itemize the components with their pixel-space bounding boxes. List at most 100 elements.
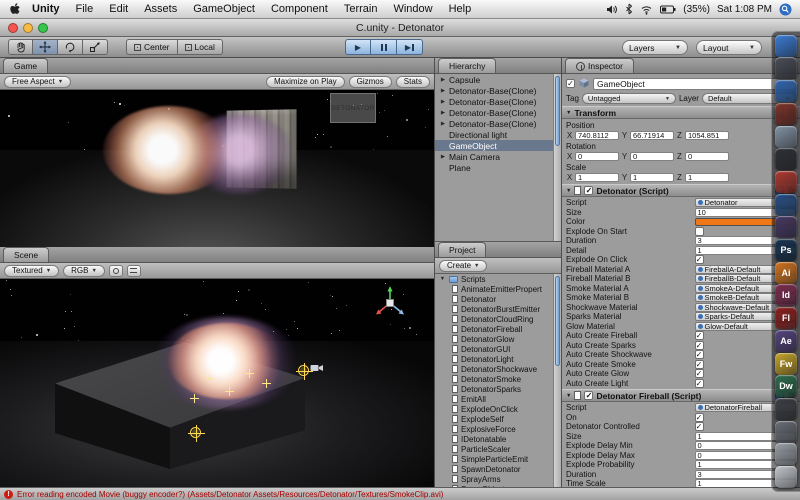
project-item[interactable]: DetonatorSmoke bbox=[435, 374, 553, 384]
project-item[interactable]: ExplosiveForce bbox=[435, 424, 553, 434]
tab-hierarchy[interactable]: Hierarchy bbox=[438, 58, 496, 73]
move-gizmo[interactable] bbox=[372, 285, 408, 323]
scrollbar-thumb[interactable] bbox=[555, 276, 560, 366]
project-item[interactable]: DetonatorLight bbox=[435, 354, 553, 364]
property-checkbox[interactable] bbox=[695, 227, 704, 236]
status-bar[interactable]: ! Error reading encoded Movie (buggy enc… bbox=[0, 487, 800, 500]
axis-field[interactable]: 740.8112 bbox=[575, 131, 619, 140]
window-title-bar[interactable]: C.unity - Detonator bbox=[0, 19, 800, 37]
center-pivot-button[interactable]: Center bbox=[126, 39, 178, 55]
axis-field[interactable]: 1 bbox=[630, 173, 674, 182]
dock-icon-8[interactable] bbox=[775, 194, 797, 216]
menu-bar-clock[interactable]: Sat 1:08 PM bbox=[717, 4, 772, 15]
foldout-triangle-icon[interactable]: ▼ bbox=[566, 393, 571, 399]
disclosure-triangle-icon[interactable]: ▶ bbox=[439, 88, 447, 94]
property-checkbox[interactable]: ✓ bbox=[695, 413, 704, 422]
project-item[interactable]: DetonatorCloudRing bbox=[435, 314, 553, 324]
rotate-tool-button[interactable] bbox=[58, 39, 83, 55]
scene-overlay-toggle[interactable] bbox=[127, 265, 141, 277]
dock-icon-13[interactable]: Fl bbox=[775, 307, 797, 329]
project-item[interactable]: DetonatorBurstEmitter bbox=[435, 304, 553, 314]
stats-button[interactable]: Stats bbox=[396, 76, 430, 88]
dock-icon-10[interactable]: Ps bbox=[775, 239, 797, 261]
disclosure-triangle-icon[interactable]: ▶ bbox=[439, 110, 447, 116]
camera-gizmo-icon[interactable] bbox=[310, 363, 324, 375]
zoom-button[interactable] bbox=[38, 23, 48, 33]
hierarchy-item[interactable]: Directional light bbox=[435, 129, 553, 140]
dock-icon-19[interactable] bbox=[775, 443, 797, 465]
dock-icon-12[interactable]: Id bbox=[775, 284, 797, 306]
draw-mode-dropdown[interactable]: Textured▼ bbox=[4, 265, 59, 277]
hierarchy-item[interactable]: Plane bbox=[435, 162, 553, 173]
dock-icon-4[interactable] bbox=[775, 103, 797, 125]
light-gizmo-icon[interactable] bbox=[298, 365, 309, 376]
scale-tool-button[interactable] bbox=[83, 39, 108, 55]
name-field[interactable]: GameObject bbox=[593, 78, 796, 90]
hierarchy-item[interactable]: ▶Detonator-Base(Clone) bbox=[435, 96, 553, 107]
tab-scene[interactable]: Scene bbox=[3, 247, 49, 262]
project-item[interactable]: SimpleParticleEmit bbox=[435, 454, 553, 464]
disclosure-triangle-icon[interactable]: ▶ bbox=[439, 77, 447, 83]
spotlight-icon[interactable] bbox=[779, 3, 792, 16]
active-checkbox[interactable]: ✓ bbox=[566, 79, 575, 88]
project-item[interactable]: ExplodeSelf bbox=[435, 414, 553, 424]
gizmos-button[interactable]: Gizmos bbox=[349, 76, 392, 88]
dock-icon-1[interactable] bbox=[775, 35, 797, 57]
local-pivot-button[interactable]: Local bbox=[178, 39, 223, 55]
menu-item-unity[interactable]: Unity bbox=[24, 3, 68, 15]
component-header[interactable]: ▼✓Detonator Fireball (Script) bbox=[562, 389, 800, 402]
project-item[interactable]: SprayArms bbox=[435, 474, 553, 484]
close-button[interactable] bbox=[8, 23, 18, 33]
dock-icon-16[interactable]: Dw bbox=[775, 375, 797, 397]
tab-project[interactable]: Project bbox=[438, 242, 486, 257]
axis-field[interactable]: 0 bbox=[685, 152, 729, 161]
disclosure-triangle-icon[interactable]: ▶ bbox=[439, 121, 447, 127]
dock-icon-17[interactable] bbox=[775, 398, 797, 420]
dock-icon-2[interactable] bbox=[775, 57, 797, 79]
property-checkbox[interactable]: ✓ bbox=[695, 255, 704, 264]
menu-item-component[interactable]: Component bbox=[263, 3, 336, 15]
axis-field[interactable]: 1 bbox=[575, 173, 619, 182]
dock-icon-3[interactable] bbox=[775, 80, 797, 102]
hierarchy-item[interactable]: ▶Detonator-Base(Clone) bbox=[435, 118, 553, 129]
game-viewport[interactable]: DETONATOR bbox=[0, 90, 434, 247]
project-item[interactable]: ParticleScaler bbox=[435, 444, 553, 454]
dock-icon-15[interactable]: Fw bbox=[775, 353, 797, 375]
dock-icon-7[interactable] bbox=[775, 171, 797, 193]
axis-field[interactable]: 0 bbox=[630, 152, 674, 161]
dock-icon-18[interactable] bbox=[775, 421, 797, 443]
dock-icon-20[interactable] bbox=[775, 466, 797, 488]
hierarchy-item[interactable]: GameObject bbox=[435, 140, 553, 151]
property-checkbox[interactable]: ✓ bbox=[695, 379, 704, 388]
disclosure-triangle-icon[interactable]: ▼ bbox=[439, 276, 446, 282]
axis-field[interactable]: 0 bbox=[575, 152, 619, 161]
dock-icon-5[interactable] bbox=[775, 126, 797, 148]
project-scrollbar[interactable] bbox=[553, 274, 561, 487]
menu-item-terrain[interactable]: Terrain bbox=[336, 3, 386, 15]
project-item[interactable]: DetonatorGlow bbox=[435, 334, 553, 344]
battery-icon[interactable] bbox=[660, 5, 676, 14]
move-tool-button[interactable] bbox=[33, 39, 58, 55]
hierarchy-scrollbar[interactable] bbox=[553, 74, 561, 241]
project-item[interactable]: EmitAll bbox=[435, 394, 553, 404]
menu-item-gameobject[interactable]: GameObject bbox=[185, 3, 263, 15]
property-checkbox[interactable]: ✓ bbox=[695, 369, 704, 378]
hierarchy-item[interactable]: ▶Detonator-Base(Clone) bbox=[435, 107, 553, 118]
component-enabled-checkbox[interactable]: ✓ bbox=[584, 391, 593, 400]
play-button[interactable]: ▶ bbox=[345, 39, 371, 55]
menu-item-window[interactable]: Window bbox=[385, 3, 440, 15]
tab-game[interactable]: Game bbox=[3, 58, 48, 73]
property-checkbox[interactable]: ✓ bbox=[695, 422, 704, 431]
hierarchy-item[interactable]: ▶Main Camera bbox=[435, 151, 553, 162]
dock-icon-6[interactable] bbox=[775, 148, 797, 170]
pause-button[interactable] bbox=[371, 39, 397, 55]
step-button[interactable]: ▶ bbox=[397, 39, 423, 55]
dock-icon-14[interactable]: Ae bbox=[775, 330, 797, 352]
apple-menu-icon[interactable] bbox=[8, 3, 22, 16]
battery-percent[interactable]: (35%) bbox=[683, 4, 710, 15]
tag-dropdown[interactable]: Untagged▼ bbox=[582, 93, 676, 104]
property-checkbox[interactable]: ✓ bbox=[695, 350, 704, 359]
tab-inspector[interactable]: Inspector bbox=[565, 58, 634, 73]
scene-viewport[interactable] bbox=[0, 279, 434, 487]
hierarchy-item[interactable]: ▶Capsule bbox=[435, 74, 553, 85]
